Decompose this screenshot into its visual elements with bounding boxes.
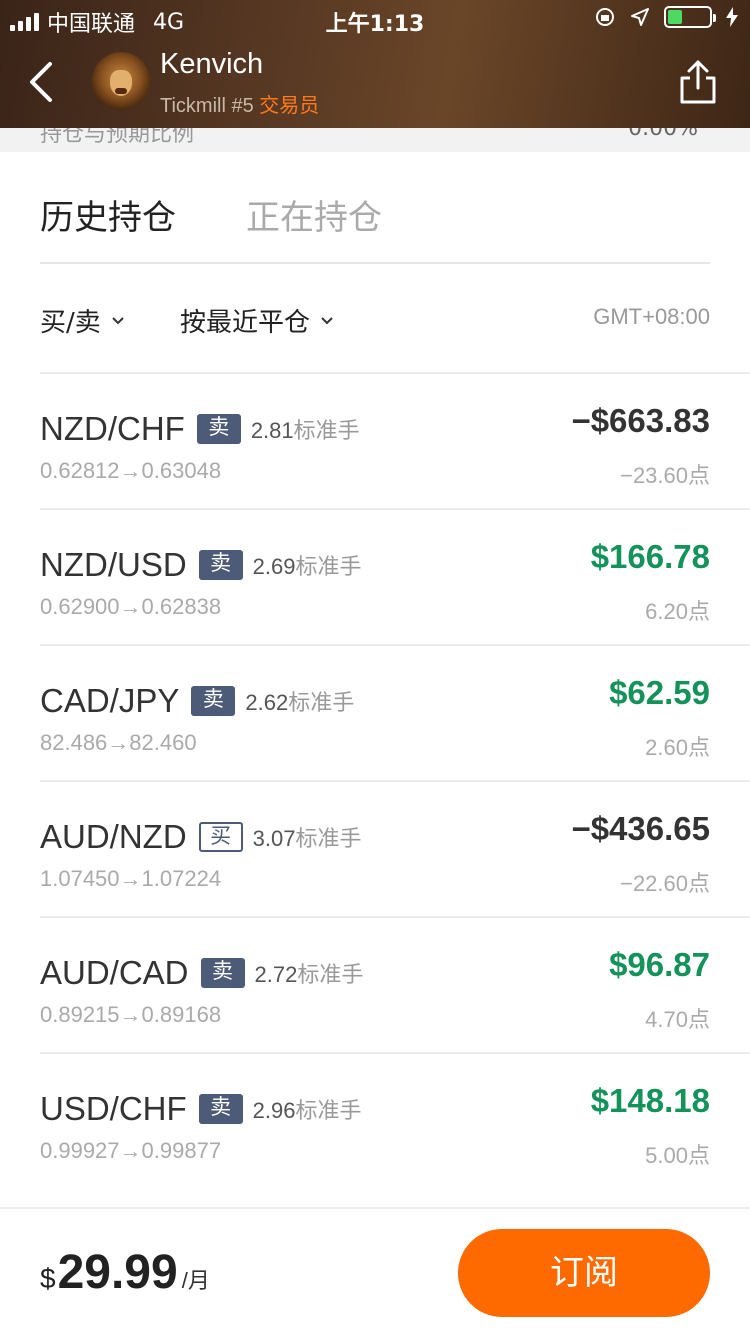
lot-unit: 标准手 (297, 962, 364, 987)
pips: 2.60点 (645, 735, 710, 760)
position-row[interactable]: USD/CHF 卖 2.96标准手 0.99927→0.99877 $148.18 5.0… (40, 1052, 750, 1188)
lot-value: 2.96 (252, 1098, 296, 1123)
open-close-prices: 0.89215→0.89168 (40, 1002, 222, 1027)
tab-open-positions[interactable]: 正在持仓 (246, 190, 382, 239)
scrolled-summary: 持仓与预期比例 0.00% (0, 128, 750, 152)
lot-size: 2.69标准手 (253, 549, 362, 581)
position-header: NZD/CHF 卖 2.81标准手 (40, 410, 360, 448)
location-icon (631, 8, 649, 26)
lot-value: 2.62 (245, 690, 289, 715)
profit-loss: $62.59 (609, 674, 710, 711)
lot-size: 2.96标准手 (253, 1093, 362, 1125)
lot-size: 2.72标准手 (255, 957, 364, 989)
lot-size: 2.62标准手 (245, 685, 354, 717)
nav-bar: Kenvich Tickmill #5 交易员 (0, 44, 750, 124)
timezone-label: GMT+08:00 (593, 304, 710, 329)
position-header: AUD/NZD 买 3.07标准手 (40, 818, 362, 856)
chevron-down-icon (321, 316, 333, 324)
header: 中国联通 4G 上午1:13 Kenvich Tickmill #5 交易员 (0, 0, 750, 128)
direction-filter-label: 买/卖 (40, 308, 101, 338)
lot-unit: 标准手 (288, 690, 355, 715)
position-header: CAD/JPY 卖 2.62标准手 (40, 682, 354, 720)
tab-history-positions[interactable]: 历史持仓 (40, 190, 176, 239)
share-button[interactable] (676, 58, 720, 106)
summary-label: 持仓与预期比例 (40, 128, 195, 147)
subscription-bar: $ 29.99 /月 订阅 (0, 1207, 750, 1334)
lot-size: 2.81标准手 (251, 413, 360, 445)
lot-unit: 标准手 (293, 418, 360, 443)
side-badge: 卖 (191, 686, 236, 716)
pips: 6.20点 (645, 599, 710, 624)
currency-pair: USD/CHF (40, 1090, 187, 1127)
currency-pair: AUD/CAD (40, 954, 189, 991)
avatar[interactable] (92, 52, 150, 110)
open-close-prices: 0.99927→0.99877 (40, 1138, 222, 1163)
pips: 5.00点 (645, 1143, 710, 1168)
charging-icon (726, 7, 738, 27)
broker-rank: Tickmill #5 (160, 95, 254, 117)
direction-filter[interactable]: 买/卖 (40, 302, 125, 339)
lot-value: 2.69 (252, 554, 296, 579)
back-button[interactable] (22, 58, 62, 106)
price-period: /月 (181, 1268, 210, 1293)
lot-unit: 标准手 (295, 554, 362, 579)
lot-value: 2.72 (254, 962, 298, 987)
chevron-down-icon (112, 316, 124, 324)
profit-loss: $148.18 (590, 1082, 710, 1119)
status-bar: 中国联通 4G 上午1:13 (0, 0, 750, 40)
pips: 4.70点 (645, 1007, 710, 1032)
lot-value: 3.07 (252, 826, 296, 851)
profit-loss: $96.87 (609, 946, 710, 983)
position-row[interactable]: CAD/JPY 卖 2.62标准手 82.486→82.460 $62.59 2.60点 (40, 644, 750, 780)
filter-bar: 买/卖 按最近平仓 GMT+08:00 (40, 302, 710, 338)
currency-pair: NZD/USD (40, 546, 187, 583)
position-header: USD/CHF 卖 2.96标准手 (40, 1090, 362, 1128)
sort-filter[interactable]: 按最近平仓 (180, 302, 334, 339)
subscription-price: $ 29.99 /月 (40, 1245, 210, 1300)
position-header: NZD/USD 卖 2.69标准手 (40, 546, 362, 584)
side-badge: 卖 (200, 958, 245, 988)
position-row[interactable]: NZD/CHF 卖 2.81标准手 0.62812→0.63048 −$663.83 −2… (40, 372, 750, 508)
subscribe-button[interactable]: 订阅 (458, 1229, 710, 1317)
price-amount: 29.99 (57, 1246, 178, 1299)
open-close-prices: 82.486→82.460 (40, 730, 197, 755)
tab-bar: 历史持仓 正在持仓 (40, 190, 710, 264)
pips: −22.60点 (620, 871, 710, 896)
profit-loss: −$436.65 (571, 810, 710, 847)
lot-value: 2.81 (250, 418, 294, 443)
positions-list: NZD/CHF 卖 2.81标准手 0.62812→0.63048 −$663.83 −2… (0, 372, 750, 1188)
lot-unit: 标准手 (295, 826, 362, 851)
rotation-lock-icon (596, 8, 614, 26)
positions-card: 历史持仓 正在持仓 买/卖 按最近平仓 GMT+08:00 NZD/CHF 卖 2.… (0, 152, 750, 1207)
sort-filter-label: 按最近平仓 (180, 308, 311, 338)
profit-loss: −$663.83 (571, 402, 710, 439)
side-badge: 卖 (196, 414, 241, 444)
currency-pair: CAD/JPY (40, 682, 180, 719)
side-badge: 卖 (198, 550, 243, 580)
price-currency: $ (40, 1263, 56, 1294)
position-header: AUD/CAD 卖 2.72标准手 (40, 954, 363, 992)
battery-icon (664, 6, 716, 28)
position-row[interactable]: AUD/CAD 卖 2.72标准手 0.89215→0.89168 $96.87 4.70… (40, 916, 750, 1052)
currency-pair: NZD/CHF (40, 410, 185, 447)
pips: −23.60点 (620, 463, 710, 488)
side-badge: 卖 (198, 1094, 243, 1124)
open-close-prices: 0.62900→0.62838 (40, 594, 222, 619)
profit-loss: $166.78 (590, 538, 710, 575)
status-right (594, 6, 738, 28)
trader-name: Kenvich (160, 48, 264, 80)
currency-pair: AUD/NZD (40, 818, 187, 855)
open-close-prices: 0.62812→0.63048 (40, 458, 222, 483)
trader-subtitle: Tickmill #5 交易员 (160, 89, 319, 118)
open-close-prices: 1.07450→1.07224 (40, 866, 222, 891)
trader-role: 交易员 (259, 95, 320, 117)
lot-unit: 标准手 (295, 1098, 362, 1123)
summary-value: 0.00% (628, 128, 698, 141)
position-row[interactable]: AUD/NZD 买 3.07标准手 1.07450→1.07224 −$436.65 −2… (40, 780, 750, 916)
side-badge: 买 (198, 822, 243, 852)
lot-size: 3.07标准手 (253, 821, 362, 853)
position-row[interactable]: NZD/USD 卖 2.69标准手 0.62900→0.62838 $166.78 6.2… (40, 508, 750, 644)
